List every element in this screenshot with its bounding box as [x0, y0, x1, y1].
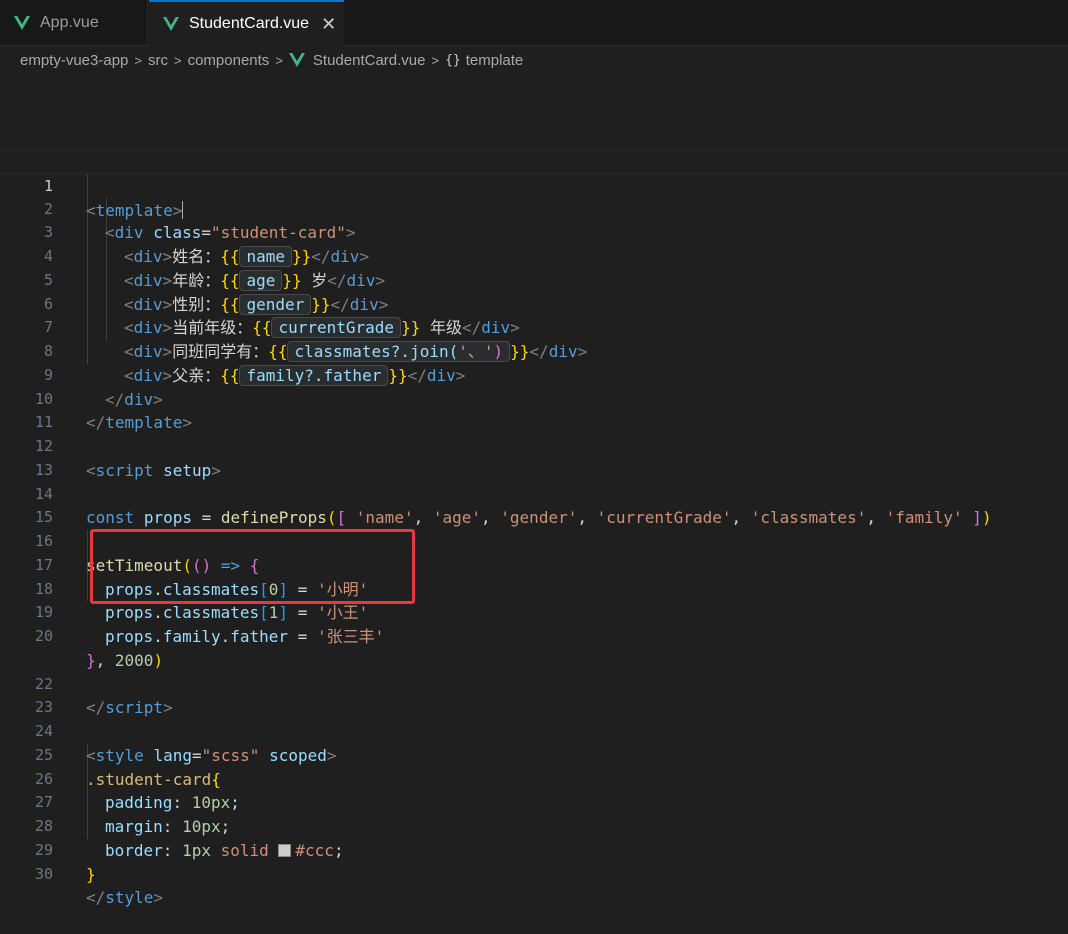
vue-logo-icon [288, 53, 305, 67]
breadcrumb-item-components[interactable]: components [188, 52, 270, 69]
code-line[interactable]: 12 <script setup> [0, 411, 1068, 480]
code-line[interactable]: 10 </template> [0, 364, 1068, 433]
code-line[interactable]: 16 setTimeout(() => { [0, 506, 1068, 575]
close-icon[interactable]: ✕ [321, 14, 336, 35]
code-line[interactable]: 30 </style> [0, 839, 1068, 908]
code-line[interactable]: 26 padding: 10px; [0, 744, 1068, 813]
line-number: 30 [34, 864, 53, 883]
code-line[interactable]: 27 margin: 10px; [0, 768, 1068, 836]
code-line[interactable]: 13 [0, 435, 1068, 479]
vue-logo-icon [14, 15, 30, 30]
highlight-annotation-box [90, 529, 415, 604]
code-line[interactable]: 3 <div>姓名：{{name}}</div> [0, 198, 1068, 267]
code-line[interactable]: 9 </div> [0, 340, 1068, 409]
tab-label: App.vue [40, 13, 99, 31]
code-line[interactable]: 25 .student-card{ [0, 720, 1068, 789]
breadcrumb-item-template[interactable]: template [466, 52, 524, 69]
chevron-right-icon: > [275, 52, 283, 68]
code-line[interactable]: 11 [0, 388, 1068, 431]
chevron-right-icon: > [134, 52, 142, 68]
chevron-right-icon: > [431, 52, 440, 68]
code-line[interactable]: 4 <div>年龄：{{age}} 岁</div> [0, 221, 1068, 291]
code-line[interactable]: 8 <div>父亲：{{family?.father}}</div> [0, 316, 1068, 386]
tab-studentcard-vue[interactable]: StudentCard.vue ✕ [149, 0, 344, 46]
code-line[interactable]: 29 } [0, 815, 1068, 884]
code-line[interactable]: 6 <div>当前年级：{{currentGrade}} 年级</div> [0, 269, 1068, 339]
tab-app-vue[interactable]: App.vue [0, 0, 148, 45]
code-line[interactable]: 5 <div>性别：{{gender}}</div> [0, 245, 1068, 315]
code-line[interactable]: 23 [0, 673, 1068, 716]
code-line[interactable] [0, 625, 1068, 649]
tab-label: StudentCard.vue [189, 15, 310, 32]
code-line[interactable]: 20 }, 2000) [0, 601, 1068, 670]
code-line[interactable]: 14 const props = defineProps([ 'name', '… [0, 459, 1068, 528]
chevron-right-icon: > [174, 52, 182, 68]
breadcrumb-item-file[interactable]: StudentCard.vue [313, 52, 426, 69]
code-line[interactable]: 28 border: 1px solid #ccc; [0, 791, 1068, 860]
breadcrumb: empty-vue3-app > src > components > Stud… [20, 48, 523, 72]
code-line[interactable]: 2 <div class="student-card"> [0, 174, 1068, 243]
breadcrumb-item-project[interactable]: empty-vue3-app [20, 52, 128, 69]
code-line[interactable]: 7 <div>同班同学有：{{classmates?.join('、')}}</… [0, 293, 1068, 362]
code-line[interactable]: 1 <template> [0, 150, 1068, 220]
vue-logo-icon [163, 17, 179, 31]
editor-tab-bar: App.vue StudentCard.vue ✕ [0, 0, 1068, 46]
code-line[interactable]: 24 <style lang="scss" scoped> [0, 696, 1068, 765]
breadcrumb-item-src[interactable]: src [148, 52, 168, 69]
braces-icon: {} [445, 52, 461, 68]
code-editor[interactable]: 1 <template> 2 <div class="student-card"… [0, 150, 1068, 908]
code-line[interactable]: 15 [0, 483, 1068, 526]
code-line[interactable]: 22 </script> [0, 649, 1068, 718]
